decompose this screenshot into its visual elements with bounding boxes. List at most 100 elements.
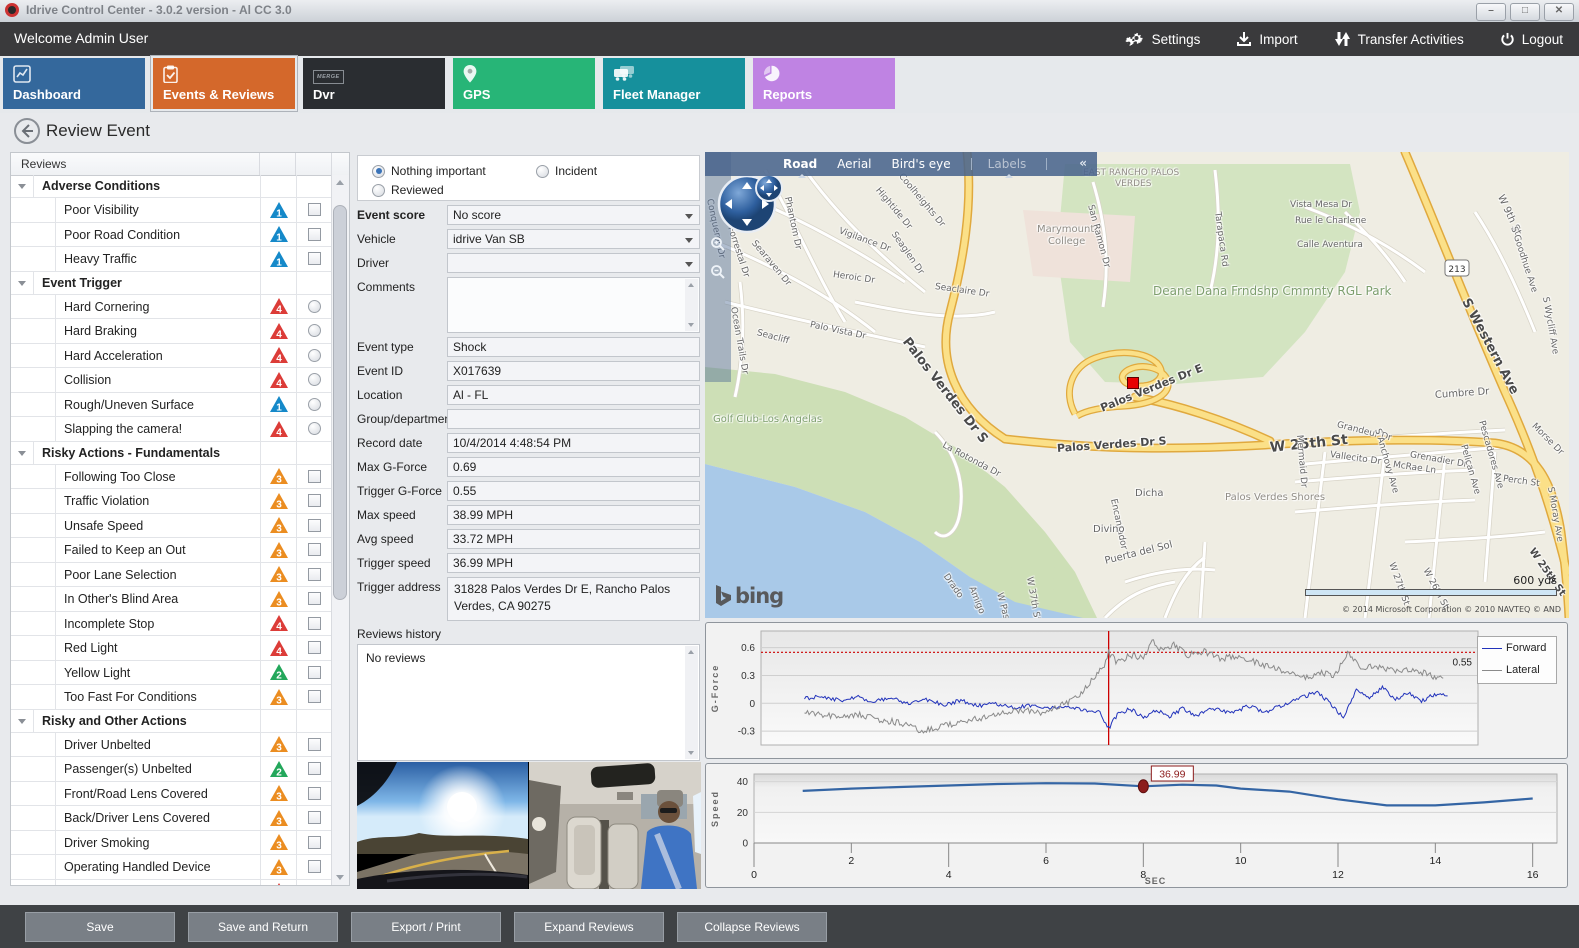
- road-camera-thumbnail[interactable]: [357, 762, 528, 889]
- tree-expander[interactable]: [11, 442, 33, 464]
- save-and-return-button[interactable]: Save and Return: [188, 912, 338, 942]
- event-location-marker[interactable]: [1127, 377, 1139, 389]
- tree-item-row[interactable]: Back/Driver Lens Covered3: [11, 806, 332, 831]
- speed-chart[interactable]: 02040Speed2610140481216SEC36.99: [706, 764, 1567, 892]
- tree-item-row[interactable]: Rough/Uneven Surface1: [11, 393, 332, 418]
- item-checkbox[interactable]: [296, 198, 332, 222]
- map-mode-bird-s-eye[interactable]: Bird's eye: [892, 157, 951, 171]
- tab-dvr[interactable]: MERGEDvr: [303, 58, 445, 109]
- item-checkbox[interactable]: [296, 465, 332, 489]
- status-option-incident[interactable]: Incident: [536, 164, 597, 178]
- tree-item-row[interactable]: Heavy Traffic1: [11, 247, 332, 272]
- status-option-nothing-important[interactable]: Nothing important: [372, 164, 486, 178]
- tree-expander[interactable]: [11, 272, 33, 294]
- reviews-scrollbar[interactable]: [331, 175, 349, 885]
- tree-item-row[interactable]: Poor Road Condition1: [11, 223, 332, 248]
- tree-item-row[interactable]: Yellow Light2: [11, 661, 332, 686]
- settings-button[interactable]: Settings: [1125, 31, 1201, 48]
- trigger-speed-field[interactable]: 36.99 MPH: [447, 553, 700, 573]
- item-checkbox[interactable]: [296, 612, 332, 636]
- item-radio[interactable]: [296, 295, 332, 319]
- tree-item-row[interactable]: In Other's Blind Area3: [11, 587, 332, 612]
- trigger-address-field[interactable]: 31828 Palos Verdes Dr E, Rancho Palos Ve…: [447, 577, 700, 621]
- tab-dashboard[interactable]: Dashboard: [3, 58, 145, 109]
- export-print-button[interactable]: Export / Print: [351, 912, 501, 942]
- record-date-field[interactable]: 10/4/2014 4:48:54 PM: [447, 433, 700, 453]
- tree-item-row[interactable]: Too Fast For Conditions3: [11, 685, 332, 710]
- item-radio[interactable]: [296, 344, 332, 368]
- item-checkbox[interactable]: [296, 538, 332, 562]
- logout-button[interactable]: Logout: [1500, 32, 1563, 47]
- tab-fleet-manager[interactable]: Fleet Manager: [603, 58, 745, 109]
- event-score-select[interactable]: No score: [447, 205, 700, 225]
- save-button[interactable]: Save: [25, 912, 175, 942]
- tree-category-row[interactable]: Risky Actions - Fundamentals: [11, 442, 332, 465]
- item-radio[interactable]: [296, 393, 332, 417]
- item-checkbox[interactable]: [296, 757, 332, 781]
- vehicle-select[interactable]: idrive Van SB: [447, 229, 700, 249]
- map-mode-aerial[interactable]: Aerial: [837, 157, 871, 171]
- item-checkbox[interactable]: [296, 514, 332, 538]
- expand-reviews-button[interactable]: Expand Reviews: [514, 912, 664, 942]
- item-checkbox[interactable]: [296, 661, 332, 685]
- tree-item-row[interactable]: Driver Unbelted3: [11, 733, 332, 758]
- scroll-up-icon[interactable]: [332, 175, 348, 190]
- comments-textarea[interactable]: [447, 277, 700, 333]
- item-checkbox[interactable]: [296, 855, 332, 879]
- item-checkbox[interactable]: [296, 733, 332, 757]
- maximize-button[interactable]: □: [1510, 3, 1540, 21]
- event-id-field[interactable]: X017639: [447, 361, 700, 381]
- tree-item-row[interactable]: Hard Cornering4: [11, 295, 332, 320]
- radio-incident[interactable]: [536, 165, 549, 178]
- tree-item-row[interactable]: Hard Acceleration4: [11, 344, 332, 369]
- textarea-scrollbar[interactable]: [685, 279, 698, 331]
- bing-map[interactable]: 213 Conqueror DrPhantom DrCoolheights Dr…: [705, 152, 1569, 618]
- tree-item-row[interactable]: Incomplete Stop4: [11, 612, 332, 637]
- tree-item-row[interactable]: Poor Lane Selection3: [11, 563, 332, 588]
- tree-category-row[interactable]: Adverse Conditions: [11, 175, 332, 198]
- collapse-reviews-button[interactable]: Collapse Reviews: [677, 912, 827, 942]
- item-checkbox[interactable]: [296, 806, 332, 830]
- tree-item-row[interactable]: Red Light4: [11, 636, 332, 661]
- item-checkbox[interactable]: [296, 247, 332, 271]
- tree-item-row[interactable]: Following Too Close3: [11, 465, 332, 490]
- map-mode-labels[interactable]: Labels: [988, 157, 1027, 171]
- tab-gps[interactable]: GPS: [453, 58, 595, 109]
- bing-logo[interactable]: bing: [715, 584, 783, 608]
- tree-expander[interactable]: [11, 710, 33, 732]
- tree-item-row[interactable]: Hard Braking4: [11, 319, 332, 344]
- tree-item-row[interactable]: Collision4: [11, 368, 332, 393]
- radio-reviewed[interactable]: [372, 184, 385, 197]
- transfer-activities-button[interactable]: Transfer Activities: [1334, 31, 1464, 47]
- scroll-down-icon[interactable]: [332, 870, 348, 885]
- tree-item-row[interactable]: Operating Handled Device3: [11, 855, 332, 880]
- location-field[interactable]: Al - FL: [447, 385, 700, 405]
- event-type-field[interactable]: Shock: [447, 337, 700, 357]
- close-button[interactable]: ✕: [1544, 3, 1574, 21]
- map-mode-road[interactable]: Road: [783, 157, 817, 171]
- trigger-g-force-field[interactable]: 0.55: [447, 481, 700, 501]
- tree-item-row[interactable]: 4: [11, 880, 332, 887]
- tree-item-row[interactable]: Traffic Violation3: [11, 489, 332, 514]
- item-checkbox[interactable]: [296, 831, 332, 855]
- item-radio[interactable]: [296, 319, 332, 343]
- reviews-history-scrollbar[interactable]: [685, 646, 698, 759]
- avg-speed-field[interactable]: 33.72 MPH: [447, 529, 700, 549]
- item-checkbox[interactable]: [296, 489, 332, 513]
- tree-item-row[interactable]: Failed to Keep an Out3: [11, 538, 332, 563]
- zoom-in-icon[interactable]: [710, 236, 726, 255]
- driver-select[interactable]: [447, 253, 700, 273]
- item-checkbox[interactable]: [296, 782, 332, 806]
- radio-nothing-important[interactable]: [372, 165, 385, 178]
- item-checkbox[interactable]: [296, 563, 332, 587]
- item-checkbox[interactable]: [296, 685, 332, 709]
- item-radio[interactable]: [296, 368, 332, 392]
- item-checkbox[interactable]: [296, 587, 332, 611]
- group-department-field[interactable]: [447, 409, 700, 429]
- item-checkbox[interactable]: [296, 880, 332, 887]
- max-g-force-field[interactable]: 0.69: [447, 457, 700, 477]
- max-speed-field[interactable]: 38.99 MPH: [447, 505, 700, 525]
- back-button[interactable]: [14, 118, 40, 144]
- item-checkbox[interactable]: [296, 223, 332, 247]
- item-radio[interactable]: [296, 417, 332, 441]
